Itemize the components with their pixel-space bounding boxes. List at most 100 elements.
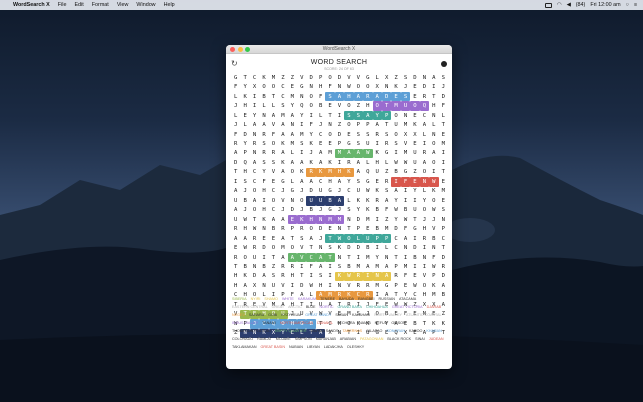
grid-cell[interactable]: G [344,139,353,148]
grid-cell[interactable]: U [410,149,419,158]
grid-cell[interactable]: D [288,206,297,215]
grid-cell[interactable]: E [325,224,334,233]
grid-cell[interactable]: L [373,73,382,82]
grid-cell[interactable]: M [391,101,401,111]
grid-cell[interactable]: R [344,158,353,167]
grid-cell[interactable]: K [335,243,344,252]
grid-cell[interactable]: A [287,252,298,263]
grid-cell[interactable]: G [288,187,297,196]
grid-cell[interactable]: W [391,158,400,167]
grid-cell[interactable]: K [410,120,419,129]
grid-cell[interactable]: Q [419,101,430,111]
grid-cell[interactable]: Z [354,101,363,110]
grid-cell[interactable]: R [231,139,240,148]
menu-help[interactable]: Help [164,2,175,8]
grid-cell[interactable]: Y [288,101,297,110]
grid-cell[interactable]: V [344,73,353,82]
grid-cell[interactable]: P [354,224,363,233]
grid-cell[interactable]: U [373,168,382,177]
grid-cell[interactable]: L [231,92,240,101]
grid-cell[interactable]: Y [372,110,382,121]
grid-cell[interactable]: N [382,253,391,262]
grid-cell[interactable]: Y [306,130,315,139]
grid-cell[interactable]: D [354,215,363,224]
grid-cell[interactable]: W [363,148,373,159]
grid-cell[interactable]: L [231,111,240,120]
menu-format[interactable]: Format [92,2,109,8]
grid-cell[interactable]: P [316,73,325,82]
grid-cell[interactable]: R [382,177,391,186]
grid-cell[interactable]: L [363,158,372,167]
grid-cell[interactable]: M [401,149,410,158]
grid-cell[interactable]: E [344,130,353,139]
close-button[interactable] [230,47,235,52]
grid-cell[interactable]: T [382,120,391,129]
grid-cell[interactable]: M [325,149,334,158]
grid-cell[interactable]: I [259,196,268,205]
grid-cell[interactable]: A [278,253,287,262]
grid-cell[interactable]: S [401,73,410,82]
grid-cell[interactable]: V [278,196,287,205]
grid-cell[interactable]: I [250,101,259,110]
grid-cell[interactable]: A [288,158,297,167]
grid-cell[interactable]: V [269,168,278,177]
grid-cell[interactable]: H [306,214,316,225]
grid-cell[interactable]: F [429,253,438,262]
grid-cell[interactable]: S [269,272,278,281]
grid-cell[interactable]: I [297,262,306,271]
grid-cell[interactable]: S [335,262,344,271]
grid-cell[interactable]: A [373,120,382,129]
grid-cell[interactable]: E [391,91,401,102]
grid-cell[interactable]: O [363,82,372,91]
grid-cell[interactable]: H [334,167,345,178]
grid-cell[interactable]: C [391,243,400,252]
grid-cell[interactable]: E [410,92,419,101]
grid-cell[interactable]: H [316,281,325,290]
grid-cell[interactable]: A [354,158,363,167]
search-icon[interactable]: ○ [626,2,629,8]
grid-cell[interactable]: E [269,177,278,186]
grid-cell[interactable]: R [250,234,259,243]
grid-cell[interactable]: C [316,130,325,139]
grid-cell[interactable]: H [429,101,438,110]
grid-cell[interactable]: K [306,139,315,148]
grid-cell[interactable]: U [231,196,240,205]
grid-cell[interactable]: H [240,168,249,177]
grid-cell[interactable]: M [373,281,382,290]
grid-cell[interactable]: C [391,234,400,243]
grid-cell[interactable]: A [363,110,373,121]
grid-cell[interactable]: V [335,101,344,110]
grid-cell[interactable]: N [288,120,297,129]
grid-cell[interactable]: T [240,73,249,82]
grid-cell[interactable]: H [259,187,268,196]
grid-cell[interactable]: O [391,111,400,120]
grid-cell[interactable]: N [429,130,438,139]
grid-cell[interactable]: L [429,120,438,129]
grid-cell[interactable]: M [401,120,410,129]
grid-cell[interactable]: C [278,92,287,101]
grid-cell[interactable]: F [382,206,391,215]
grid-cell[interactable]: G [325,187,334,196]
grid-cell[interactable]: A [316,262,325,271]
grid-cell[interactable]: A [334,196,345,206]
grid-cell[interactable]: I [259,253,268,262]
grid-cell[interactable]: N [335,281,344,290]
grid-cell[interactable]: Y [391,196,400,205]
grid-cell[interactable]: U [354,187,363,196]
grid-cell[interactable]: O [288,168,297,177]
grid-cell[interactable]: L [259,101,268,110]
grid-cell[interactable]: X [250,281,259,290]
grid-cell[interactable]: Y [420,196,429,205]
grid-cell[interactable]: D [297,281,306,290]
grid-cell[interactable]: Z [335,120,344,129]
grid-cell[interactable]: N [429,111,438,120]
grid-cell[interactable]: A [278,130,287,139]
grid-cell[interactable]: A [231,206,240,215]
grid-cell[interactable]: A [353,148,364,159]
grid-cell[interactable]: A [382,262,391,271]
grid-cell[interactable]: O [344,233,354,244]
grid-cell[interactable]: F [401,272,410,281]
grid-cell[interactable]: R [250,139,259,148]
grid-cell[interactable]: P [335,139,344,148]
grid-cell[interactable]: A [259,272,268,281]
